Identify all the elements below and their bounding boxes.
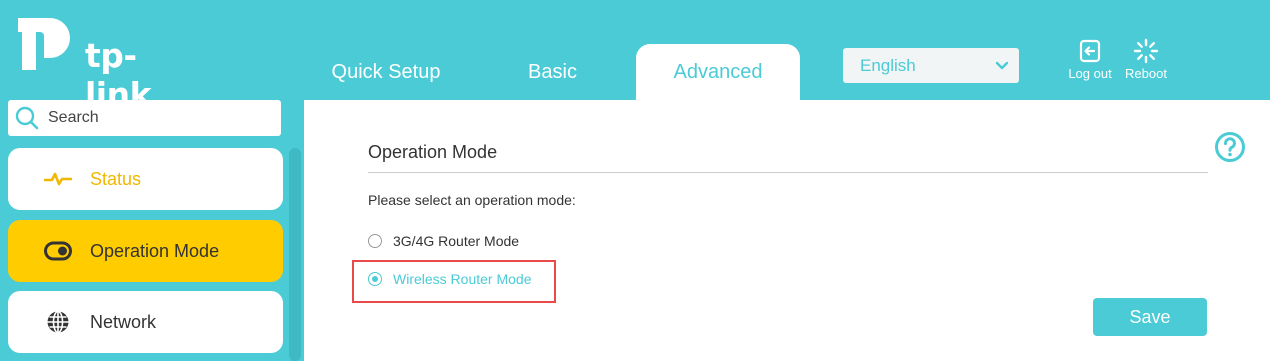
sidebar-item-operation-mode[interactable]: Operation Mode bbox=[8, 220, 283, 282]
radio-button[interactable] bbox=[368, 272, 382, 286]
sidebar-item-label: Status bbox=[90, 168, 142, 189]
tab-basic[interactable]: Basic bbox=[485, 44, 620, 100]
tab-advanced[interactable]: Advanced bbox=[636, 44, 800, 100]
sidebar-item-label: Network bbox=[90, 311, 157, 332]
sidebar-scrollbar[interactable] bbox=[289, 148, 301, 361]
radio-button[interactable] bbox=[368, 234, 382, 248]
language-select-value: English bbox=[860, 55, 916, 75]
search-icon bbox=[15, 106, 39, 130]
main-content: Operation Mode Please select an operatio… bbox=[304, 100, 1270, 361]
help-icon[interactable] bbox=[1214, 131, 1246, 168]
toggle-icon bbox=[44, 238, 72, 264]
tp-link-logo: tp-link bbox=[10, 14, 180, 114]
tp-link-logo-icon bbox=[18, 18, 70, 70]
save-button[interactable]: Save bbox=[1093, 298, 1207, 336]
search-box[interactable] bbox=[8, 100, 281, 136]
globe-icon bbox=[44, 309, 72, 335]
tab-quick-setup[interactable]: Quick Setup bbox=[305, 44, 467, 100]
logout-button[interactable]: Log out bbox=[1065, 38, 1115, 84]
reboot-label: Reboot bbox=[1125, 66, 1167, 81]
sidebar-item-label: Operation Mode bbox=[90, 240, 220, 261]
sidebar: Status Operation Mode Network bbox=[0, 100, 304, 361]
reboot-icon bbox=[1133, 38, 1159, 64]
option-label: 3G/4G Router Mode bbox=[393, 233, 520, 249]
section-divider bbox=[368, 172, 1208, 173]
chevron-down-icon bbox=[995, 61, 1009, 70]
logout-label: Log out bbox=[1068, 66, 1112, 81]
section-title: Operation Mode bbox=[368, 142, 498, 162]
sidebar-item-status[interactable]: Status bbox=[8, 148, 283, 210]
logout-icon bbox=[1079, 39, 1101, 63]
search-input[interactable] bbox=[48, 109, 268, 127]
language-select[interactable]: English bbox=[843, 48, 1019, 83]
option-wireless-router-mode[interactable]: Wireless Router Mode bbox=[368, 271, 532, 287]
sidebar-item-network[interactable]: Network bbox=[8, 291, 283, 353]
reboot-button[interactable]: Reboot bbox=[1121, 38, 1171, 84]
mode-prompt: Please select an operation mode: bbox=[368, 192, 576, 208]
option-label: Wireless Router Mode bbox=[393, 271, 532, 287]
pulse-icon bbox=[44, 166, 72, 192]
option-3g4g-router-mode[interactable]: 3G/4G Router Mode bbox=[368, 233, 519, 249]
